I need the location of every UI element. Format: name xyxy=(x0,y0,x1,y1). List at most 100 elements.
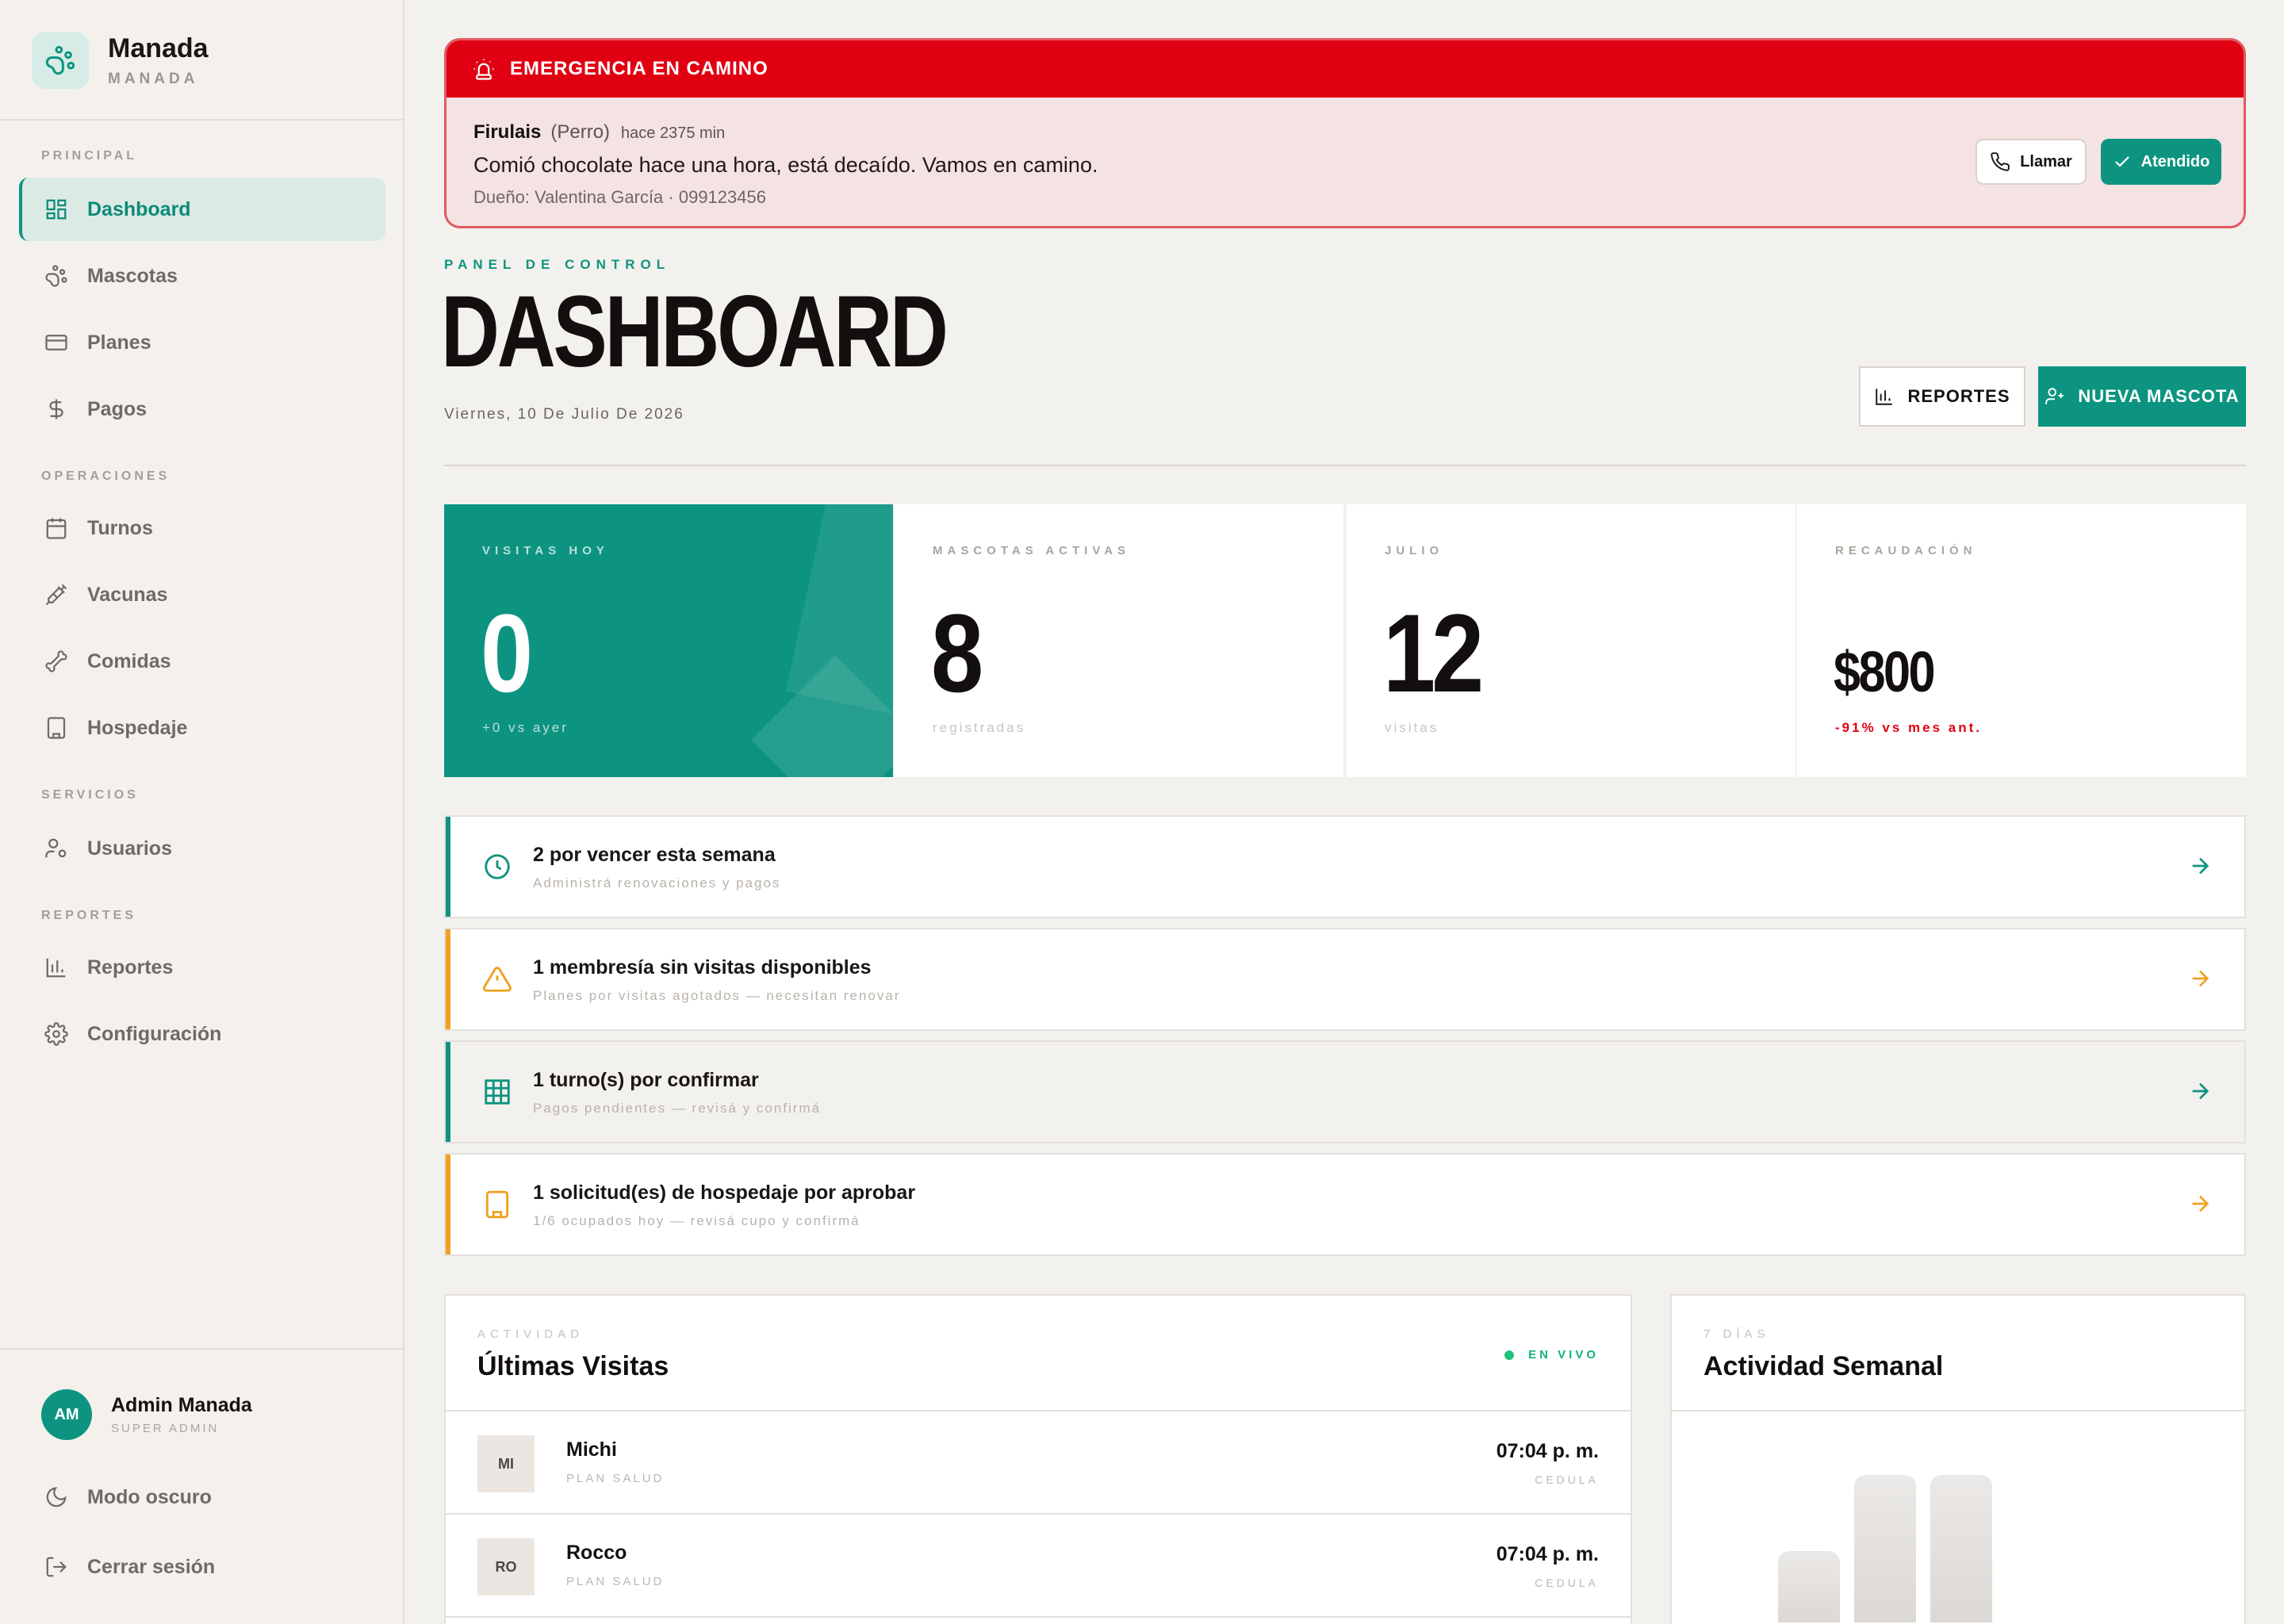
stat-card-visits-today: VISITAS HOY 0 +0 vs ayer xyxy=(444,504,893,777)
visit-plan: PLAN SALUD xyxy=(566,1472,665,1485)
sidebar-item-label: Vacunas xyxy=(87,583,168,606)
dark-mode-toggle[interactable]: Modo oscuro xyxy=(19,1465,385,1529)
brand-name: Manada xyxy=(108,33,209,63)
reports-label: REPORTES xyxy=(1907,386,2010,406)
weekly-activity-panel: 7 DÍAS Actividad Semanal xyxy=(1670,1294,2246,1624)
stat-card-month: JULIO 12 visitas xyxy=(1347,504,1795,777)
sidebar: Manada MANADA PRINCIPAL Dashboard Mascot… xyxy=(0,0,404,1624)
arrow-right-icon xyxy=(2192,1195,2209,1212)
visit-time: 07:04 p. m. xyxy=(1496,1543,1599,1565)
latest-visits-panel: ACTIVIDAD Últimas Visitas EN VIVO MI Mic… xyxy=(444,1294,1632,1624)
brand-subtitle: MANADA xyxy=(108,70,199,87)
live-dot xyxy=(1504,1350,1515,1360)
notice-accent-bar xyxy=(446,1155,450,1254)
notice-sub: Administrá renovaciones y pagos xyxy=(533,875,781,891)
user-profile[interactable]: AM Admin Manada SUPER ADMIN xyxy=(41,1389,252,1440)
sidebar-item-label: Dashboard xyxy=(87,197,191,220)
stat-sub: -91% vs mes ant. xyxy=(1835,720,1983,735)
warning-icon xyxy=(483,967,512,992)
dashboard-icon xyxy=(46,199,67,220)
user-plus-icon xyxy=(2045,388,2064,404)
sidebar-item-planes[interactable]: Planes xyxy=(19,311,385,374)
panel-eyebrow: 7 DÍAS xyxy=(1703,1327,1770,1341)
notice-expiring[interactable]: 2 por vencer esta semana Administrá reno… xyxy=(444,815,2246,918)
notice-accent-bar xyxy=(446,929,450,1029)
section-operaciones: OPERACIONES xyxy=(41,469,171,483)
logout-button[interactable]: Cerrar sesión xyxy=(19,1535,385,1599)
paw-icon xyxy=(45,265,67,287)
panel-title: Últimas Visitas xyxy=(477,1351,669,1381)
sidebar-divider xyxy=(0,119,404,121)
sidebar-item-mascotas[interactable]: Mascotas xyxy=(19,244,385,308)
sidebar-item-label: Hospedaje xyxy=(87,716,188,739)
emergency-title: EMERGENCIA EN CAMINO xyxy=(510,58,768,79)
visit-time: 07:04 p. m. xyxy=(1496,1440,1599,1462)
sidebar-item-reportes[interactable]: Reportes xyxy=(19,936,385,999)
notice-pending-appointments[interactable]: 1 turno(s) por confirmar Pagos pendiente… xyxy=(444,1040,2246,1143)
arrow-right-icon xyxy=(2192,970,2209,987)
arrow-right-icon xyxy=(2192,857,2209,875)
call-label: Llamar xyxy=(2020,152,2072,170)
table-row[interactable]: MI Michi PLAN SALUD 07:04 p. m. CEDULA xyxy=(446,1411,1631,1515)
sidebar-item-vacunas[interactable]: Vacunas xyxy=(19,563,385,626)
pet-avatar: MI xyxy=(477,1435,535,1492)
notice-accent-bar xyxy=(446,817,450,917)
header-divider xyxy=(444,465,2246,466)
gear-icon xyxy=(44,1022,68,1046)
emergency-header: EMERGENCIA EN CAMINO xyxy=(446,40,2244,98)
section-principal: PRINCIPAL xyxy=(41,149,138,163)
logout-icon xyxy=(46,1557,67,1577)
notice-sub: Pagos pendientes — revisá y confirmá xyxy=(533,1101,822,1116)
stat-label: MASCOTAS ACTIVAS xyxy=(933,544,1131,557)
sidebar-item-dashboard[interactable]: Dashboard xyxy=(19,178,385,241)
pet-name: Firulais xyxy=(473,121,542,143)
sidebar-item-label: Turnos xyxy=(87,516,153,539)
pet-avatar: RO xyxy=(477,1538,535,1595)
sidebar-item-comidas[interactable]: Comidas xyxy=(19,630,385,693)
attended-button[interactable]: Atendido xyxy=(2101,139,2221,185)
notice-title: 1 turno(s) por confirmar xyxy=(533,1069,759,1091)
pet-type: (Perro) xyxy=(550,121,611,143)
building-icon xyxy=(485,1190,509,1219)
moon-icon xyxy=(46,1487,67,1507)
time-ago: hace 2375 min xyxy=(621,124,726,142)
reports-button[interactable]: REPORTES xyxy=(1859,366,2025,427)
dollar-icon xyxy=(49,399,63,419)
dark-mode-label: Modo oscuro xyxy=(87,1485,212,1508)
sidebar-item-hospedaje[interactable]: Hospedaje xyxy=(19,696,385,760)
paw-logo-icon xyxy=(32,32,89,89)
notice-sub: Planes por visitas agotados — necesitan … xyxy=(533,988,901,1003)
grid-icon xyxy=(485,1079,510,1105)
sidebar-item-label: Comidas xyxy=(87,649,171,672)
phone-icon xyxy=(1991,152,2010,171)
logout-label: Cerrar sesión xyxy=(87,1555,216,1578)
stat-label: VISITAS HOY xyxy=(482,544,609,557)
weekly-bar xyxy=(1778,1551,1840,1622)
bone-icon xyxy=(45,650,67,672)
weekly-bar xyxy=(1854,1475,1916,1622)
notice-lodging-requests[interactable]: 1 solicitud(es) de hospedaje por aprobar… xyxy=(444,1153,2246,1256)
table-row[interactable]: RO Rocco PLAN SALUD 07:04 p. m. CEDULA xyxy=(446,1515,1631,1618)
credit-card-icon xyxy=(45,335,67,350)
brand[interactable]: Manada MANADA xyxy=(32,32,209,89)
visit-pet-name: Michi xyxy=(566,1438,617,1461)
sidebar-item-pagos[interactable]: Pagos xyxy=(19,377,385,441)
owner-info: Dueño: Valentina García · 099123456 xyxy=(473,187,766,207)
stat-label: JULIO xyxy=(1385,544,1444,557)
sidebar-item-configuracion[interactable]: Configuración xyxy=(19,1002,385,1066)
sidebar-item-label: Pagos xyxy=(87,397,148,420)
notice-accent-bar xyxy=(446,1042,450,1142)
sidebar-item-turnos[interactable]: Turnos xyxy=(19,496,385,560)
call-button[interactable]: Llamar xyxy=(1976,139,2087,185)
emergency-message: Comió chocolate hace una hora, está deca… xyxy=(473,153,1098,177)
sidebar-item-usuarios[interactable]: Usuarios xyxy=(19,817,385,880)
section-reportes: REPORTES xyxy=(41,909,137,922)
user-name: Admin Manada xyxy=(111,1394,252,1416)
sidebar-item-label: Planes xyxy=(87,331,151,354)
stat-value: 12 xyxy=(1383,591,1484,715)
weekly-bar xyxy=(1930,1475,1992,1622)
new-pet-button[interactable]: NUEVA MASCOTA xyxy=(2038,366,2246,427)
bar-chart-icon xyxy=(1876,389,1893,405)
notice-no-visits[interactable]: 1 membresía sin visitas disponibles Plan… xyxy=(444,928,2246,1031)
section-servicios: SERVICIOS xyxy=(41,788,139,802)
